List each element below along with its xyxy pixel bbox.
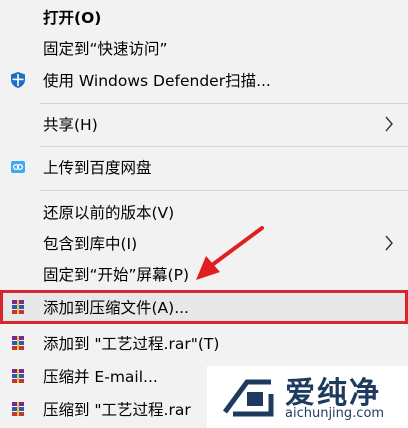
watermark-url: aichunjing.com — [285, 406, 385, 421]
winrar-icon — [9, 400, 27, 418]
context-menu: 打开(O) 固定到“快速访问” 使用 Windows Defender扫描...… — [0, 0, 408, 428]
menu-item-defender-scan[interactable]: 使用 Windows Defender扫描... — [0, 64, 408, 95]
menu-item-add-to-archive[interactable]: 添加到压缩文件(A)... — [0, 290, 408, 324]
menu-item-add-to-rar[interactable]: 添加到 "工艺过程.rar"(T) — [0, 327, 408, 358]
menu-item-baidu-upload[interactable]: 上传到百度网盘 — [0, 151, 408, 182]
windows-defender-icon — [9, 71, 27, 89]
menu-item-label: 包含到库中(I) — [43, 234, 138, 253]
menu-item-share[interactable]: 共享(H) — [0, 108, 408, 139]
menu-item-label: 添加到压缩文件(A)... — [43, 299, 189, 317]
menu-item-include-library[interactable]: 包含到库中(I) — [0, 227, 408, 258]
winrar-icon — [9, 367, 27, 385]
winrar-icon — [9, 334, 27, 352]
menu-item-label: 压缩到 "工艺过程.rar — [43, 400, 191, 419]
menu-item-pin-quick-access[interactable]: 固定到“快速访问” — [0, 32, 408, 63]
chevron-right-icon — [384, 235, 394, 251]
menu-item-label: 添加到 "工艺过程.rar"(T) — [43, 334, 220, 353]
menu-item-label: 使用 Windows Defender扫描... — [43, 71, 271, 90]
menu-item-label: 固定到“开始”屏幕(P) — [43, 265, 190, 284]
baidu-netdisk-icon — [9, 158, 27, 176]
watermark-logo-icon — [222, 379, 274, 417]
menu-separator — [40, 103, 408, 104]
menu-item-label: 压缩并 E-mail... — [43, 367, 158, 386]
menu-item-open[interactable]: 打开(O) — [0, 1, 408, 32]
menu-item-label: 还原以前的版本(V) — [43, 203, 175, 222]
menu-item-label: 上传到百度网盘 — [43, 158, 152, 177]
menu-item-pin-start[interactable]: 固定到“开始”屏幕(P) — [0, 258, 408, 289]
menu-item-label: 共享(H) — [43, 115, 98, 134]
menu-item-label: 固定到“快速访问” — [43, 39, 168, 58]
watermark: 爱纯净 aichunjing.com — [207, 366, 408, 428]
chevron-right-icon — [384, 116, 394, 132]
menu-item-label: 打开(O) — [43, 8, 102, 27]
winrar-icon — [9, 298, 27, 316]
menu-item-restore-versions[interactable]: 还原以前的版本(V) — [0, 196, 408, 227]
menu-separator — [40, 146, 408, 147]
menu-separator — [40, 190, 408, 191]
